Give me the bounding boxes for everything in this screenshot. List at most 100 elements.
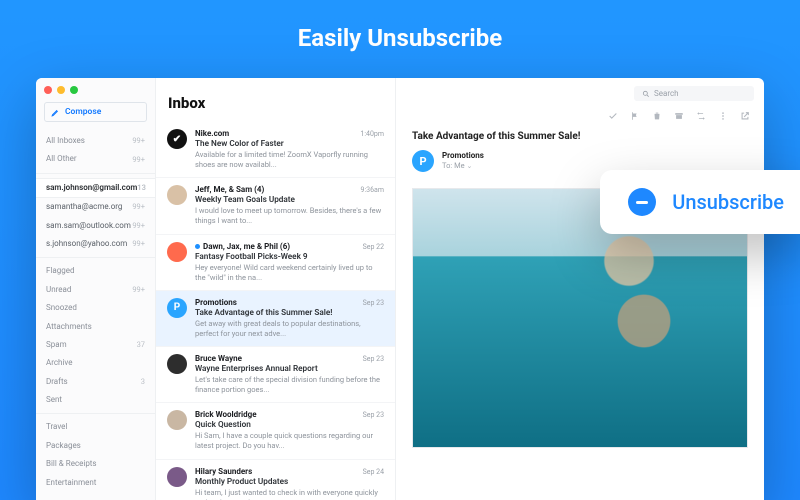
message-row[interactable]: Jeff, Me, & Sam (4) 9:36amWeekly Team Goa… xyxy=(156,178,395,234)
reader-toolbar xyxy=(396,101,764,127)
chevron-down-icon[interactable]: ⌄ xyxy=(467,162,473,170)
message-avatar: P xyxy=(167,298,187,318)
sidebar-item[interactable]: s.johnson@yahoo.com99+ xyxy=(36,235,155,253)
sidebar-item[interactable]: Entertainment xyxy=(36,474,155,492)
search-placeholder: Search xyxy=(654,89,679,98)
sidebar-item[interactable]: Spam37 xyxy=(36,336,155,354)
message-time: 1:40pm xyxy=(360,130,384,138)
sidebar-item-label: Travel xyxy=(46,422,67,432)
sidebar-item-label: sam.johnson@gmail.com xyxy=(46,183,137,193)
message-avatar xyxy=(167,354,187,374)
message-from: Dawn, Jax, me & Phil (6) xyxy=(195,242,290,251)
sidebar-item[interactable]: Snoozed xyxy=(36,299,155,317)
message-time: 9:36am xyxy=(361,186,384,194)
message-subject: The New Color of Faster xyxy=(195,139,384,149)
search-input[interactable]: Search xyxy=(634,86,754,101)
sidebar-item-label: Packages xyxy=(46,441,81,451)
minimize-window-button[interactable] xyxy=(57,86,65,94)
message-subject: Take Advantage of this Summer Sale! xyxy=(195,308,384,318)
sidebar-item-count: 99+ xyxy=(132,285,145,295)
sidebar-item-count: 13 xyxy=(137,183,146,193)
message-preview: Hi Sam, I have a couple quick questions … xyxy=(195,431,384,451)
sidebar-item[interactable]: Drafts 3 xyxy=(36,373,155,391)
message-avatar xyxy=(167,467,187,487)
sidebar-item-label: All Other xyxy=(46,154,77,164)
unsubscribe-button[interactable]: Unsubscribe xyxy=(672,190,784,214)
sidebar-item-count: 99+ xyxy=(132,239,145,249)
message-row[interactable]: Brick Wooldridge Sep 23Quick QuestionHi S… xyxy=(156,403,395,459)
sidebar-item-label: Drafts xyxy=(46,377,68,387)
sidebar-item[interactable]: All Other99+ xyxy=(36,150,155,168)
message-subject: Monthly Product Updates xyxy=(195,477,384,487)
message-subject: Wayne Enterprises Annual Report xyxy=(195,364,384,374)
sidebar-item-label: sam.sam@outlook.com xyxy=(46,221,131,231)
message-subject: Quick Question xyxy=(195,420,384,430)
sidebar-item[interactable]: Attachments xyxy=(36,318,155,336)
message-row[interactable]: Dawn, Jax, me & Phil (6) Sep 22Fantasy Fo… xyxy=(156,235,395,291)
sidebar-item[interactable]: sam.sam@outlook.com99+ xyxy=(36,217,155,235)
sidebar-item-label: All Inboxes xyxy=(46,136,85,146)
unsubscribe-icon[interactable] xyxy=(628,188,656,216)
message-preview: I would love to meet up tomorrow. Beside… xyxy=(195,206,384,226)
message-from: Brick Wooldridge xyxy=(195,410,257,419)
sidebar-item-count: 99+ xyxy=(132,136,145,146)
compose-icon xyxy=(51,108,60,117)
message-time: Sep 23 xyxy=(363,411,384,419)
sidebar-item[interactable]: samantha@acme.org99+ xyxy=(36,198,155,216)
message-subject: Fantasy Football Picks-Week 9 xyxy=(195,252,384,262)
open-external-icon[interactable] xyxy=(740,111,750,121)
delete-icon[interactable] xyxy=(652,111,662,121)
message-row[interactable]: Hilary Saunders Sep 24Monthly Product Upd… xyxy=(156,460,395,500)
more-icon[interactable] xyxy=(718,111,728,121)
message-from: Jeff, Me, & Sam (4) xyxy=(195,185,264,194)
flag-icon[interactable] xyxy=(630,111,640,121)
unsubscribe-callout: Unsubscribe xyxy=(600,170,800,234)
message-time: Sep 24 xyxy=(363,468,384,476)
sidebar-item-count: 99+ xyxy=(132,221,145,231)
sidebar-item[interactable]: Packages xyxy=(36,437,155,455)
sidebar-item-label: Bill & Receipts xyxy=(46,459,97,469)
archive-icon[interactable] xyxy=(674,111,684,121)
message-row[interactable]: P Promotions Sep 23Take Advantage of this … xyxy=(156,291,395,347)
message-time: Sep 23 xyxy=(363,299,384,307)
reader-subject: Take Advantage of this Summer Sale! xyxy=(396,127,764,150)
sidebar-item-label: Attachments xyxy=(46,322,92,332)
message-list-pane: Inbox ✔Nike.com1:40pmThe New Color of Fa… xyxy=(156,78,396,500)
sidebar-item-count: 99+ xyxy=(132,202,145,212)
sidebar-item[interactable]: Travel xyxy=(36,418,155,436)
to-value: Me xyxy=(454,161,465,170)
mark-done-icon[interactable] xyxy=(608,111,618,121)
sidebar-item[interactable]: Archive xyxy=(36,354,155,372)
unread-dot-icon xyxy=(195,244,200,249)
sidebar-item-label: Spam xyxy=(46,340,67,350)
message-avatar: ✔ xyxy=(167,129,187,149)
message-subject: Weekly Team Goals Update xyxy=(195,195,384,205)
sidebar-item[interactable]: Flagged xyxy=(36,262,155,280)
message-from: Bruce Wayne xyxy=(195,354,242,363)
message-avatar xyxy=(167,410,187,430)
message-row[interactable]: Bruce WayneSep 23Wayne Enterprises Annua… xyxy=(156,347,395,403)
message-from: Hilary Saunders xyxy=(195,467,252,476)
reader-pane: Search Take Advantage of this Summer Sal… xyxy=(396,78,764,500)
message-avatar xyxy=(167,242,187,262)
window-traffic-lights xyxy=(44,86,78,94)
message-preview: Available for a limited time! ZoomX Vapo… xyxy=(195,150,384,170)
move-icon[interactable] xyxy=(696,111,706,121)
sidebar-item[interactable]: Unread99+ xyxy=(36,281,155,299)
message-row[interactable]: ✔Nike.com1:40pmThe New Color of FasterAv… xyxy=(156,122,395,178)
sidebar-item[interactable]: Bill & Receipts xyxy=(36,455,155,473)
message-time: Sep 22 xyxy=(363,243,384,251)
zoom-window-button[interactable] xyxy=(70,86,78,94)
compose-button[interactable]: Compose xyxy=(44,102,147,122)
sidebar-item-label: Archive xyxy=(46,358,72,368)
sidebar-item-label: Entertainment xyxy=(46,478,96,488)
sidebar-item[interactable]: Sent xyxy=(36,391,155,409)
sidebar-item-count: 3 xyxy=(141,377,145,387)
sidebar: Compose All Inboxes99+All Other99+ sam.j… xyxy=(36,78,156,500)
sidebar-item[interactable]: sam.johnson@gmail.com13 xyxy=(36,178,155,198)
message-from: Promotions xyxy=(195,298,237,307)
close-window-button[interactable] xyxy=(44,86,52,94)
sidebar-item-label: Snoozed xyxy=(46,303,77,313)
message-preview: Let's take care of the special division … xyxy=(195,375,384,395)
sidebar-item[interactable]: All Inboxes 99+ xyxy=(36,132,155,150)
